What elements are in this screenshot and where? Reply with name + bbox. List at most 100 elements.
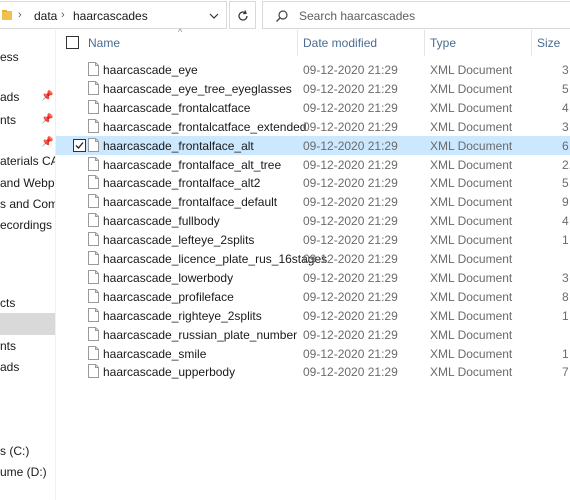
address-bar[interactable]: › data › haarcascades xyxy=(0,1,227,29)
column-header-type[interactable]: Type xyxy=(430,30,456,56)
file-size: 7 xyxy=(562,365,569,380)
toolbar: › data › haarcascades Search haarcascade… xyxy=(0,0,570,30)
file-row[interactable]: haarcascade_frontalface_alt_tree 09-12-20… xyxy=(56,155,570,174)
xml-file-icon xyxy=(88,307,99,322)
nav-item-drive-c[interactable]: s (C:) xyxy=(0,441,55,461)
file-type: XML Document xyxy=(430,289,513,304)
column-divider[interactable] xyxy=(531,30,532,56)
breadcrumb-haarcascades[interactable]: haarcascades xyxy=(73,9,148,23)
file-date-modified: 09-12-2020 21:29 xyxy=(303,327,398,342)
file-name: haarcascade_righteye_2splits xyxy=(103,308,262,323)
column-divider[interactable] xyxy=(424,30,425,56)
file-row[interactable]: haarcascade_frontalcatface_extended 09-12… xyxy=(56,117,570,136)
file-type: XML Document xyxy=(430,138,513,153)
file-date-modified: 09-12-2020 21:29 xyxy=(303,157,398,172)
file-type: XML Document xyxy=(430,119,513,134)
file-row[interactable]: haarcascade_lowerbody 09-12-2020 21:29 XML… xyxy=(56,268,570,287)
nav-item-11[interactable]: ads xyxy=(0,357,55,377)
file-row[interactable]: haarcascade_frontalface_alt 09-12-2020 21… xyxy=(56,135,570,155)
xml-file-icon xyxy=(88,345,99,360)
nav-item-10[interactable]: nts xyxy=(0,336,55,356)
column-divider[interactable] xyxy=(297,30,298,56)
file-name: haarcascade_eye xyxy=(103,63,198,77)
nav-item-6[interactable]: s and Comm xyxy=(0,194,55,214)
nav-item-label: nts xyxy=(0,339,17,353)
column-header-size[interactable]: Size xyxy=(537,30,560,56)
file-row[interactable]: haarcascade_lefteye_2splits 09-12-2020 21… xyxy=(56,230,570,249)
file-date-modified: 09-12-2020 21:29 xyxy=(303,365,398,380)
search-icon xyxy=(276,10,288,22)
file-row[interactable]: haarcascade_profileface 09-12-2020 21:29 X… xyxy=(56,287,570,306)
file-row[interactable]: haarcascade_fullbody 09-12-2020 21:29 XML … xyxy=(56,211,570,230)
search-box[interactable]: Search haarcascades xyxy=(262,1,570,29)
xml-file-icon xyxy=(88,364,99,379)
xml-file-icon xyxy=(88,232,99,247)
nav-item-label: s (C:) xyxy=(0,444,30,458)
file-name: haarcascade_lowerbody xyxy=(103,270,234,285)
file-name: haarcascade_frontalface_alt_tree xyxy=(103,157,282,172)
xml-file-icon xyxy=(88,137,99,152)
chevron-down-icon[interactable] xyxy=(207,9,221,23)
file-date-modified: 09-12-2020 21:29 xyxy=(303,176,398,191)
file-type: XML Document xyxy=(430,308,513,323)
file-name: haarcascade_frontalcatface xyxy=(103,100,251,115)
file-row[interactable]: haarcascade_frontalface_default 09-12-202… xyxy=(56,192,570,211)
file-type: XML Document xyxy=(430,327,513,342)
file-name: haarcascade_upperbody xyxy=(103,365,236,380)
nav-item-label: aterials CAT xyxy=(0,154,55,168)
refresh-button[interactable] xyxy=(229,1,256,29)
xml-file-icon xyxy=(88,62,99,76)
file-date-modified: 09-12-2020 21:29 xyxy=(303,195,398,210)
file-row[interactable]: haarcascade_eye_tree_eyeglasses 09-12-202… xyxy=(56,79,570,98)
nav-item-5[interactable]: and Webpro xyxy=(0,173,55,193)
column-header-date-modified[interactable]: Date modified xyxy=(303,30,377,56)
file-date-modified: 09-12-2020 21:29 xyxy=(303,119,398,134)
nav-item-0[interactable]: ess xyxy=(0,47,55,67)
select-all-checkbox[interactable] xyxy=(66,36,79,49)
xml-file-icon xyxy=(88,326,99,341)
nav-item-label: s and Comm xyxy=(0,197,55,211)
nav-item-label: ads xyxy=(0,90,20,104)
file-size: 1 xyxy=(562,346,569,361)
file-row[interactable]: haarcascade_licence_plate_rus_16stages 09… xyxy=(56,249,570,268)
nav-item-2[interactable]: nts 📌 xyxy=(0,110,55,130)
file-row[interactable]: haarcascade_eye 09-12-2020 21:29 XML Docum… xyxy=(56,60,570,79)
nav-item-8[interactable]: cts xyxy=(0,293,55,313)
file-size: 5 xyxy=(562,81,569,96)
refresh-icon xyxy=(238,10,248,21)
file-name: haarcascade_eye_tree_eyeglasses xyxy=(103,81,292,96)
nav-item-drive-d[interactable]: ume (D:) xyxy=(0,462,55,482)
file-row[interactable]: haarcascade_russian_plate_number 09-12-20… xyxy=(56,325,570,344)
breadcrumb-data[interactable]: data xyxy=(34,9,57,23)
nav-item-9[interactable] xyxy=(0,313,55,335)
file-name: haarcascade_smile xyxy=(103,346,207,361)
file-size: 4 xyxy=(562,214,569,229)
row-checkbox[interactable] xyxy=(73,138,86,152)
nav-item-4[interactable]: aterials CAT xyxy=(0,151,55,171)
file-row[interactable]: haarcascade_frontalcatface 09-12-2020 21:… xyxy=(56,98,570,117)
nav-item-7[interactable]: ecordings xyxy=(0,215,55,235)
file-type: XML Document xyxy=(430,81,513,96)
file-row[interactable]: haarcascade_upperbody 09-12-2020 21:29 XML… xyxy=(56,362,570,381)
nav-item-3[interactable]: 📌 xyxy=(0,133,55,153)
nav-item-label: ume (D:) xyxy=(0,465,47,479)
file-type: XML Document xyxy=(430,346,513,361)
file-date-modified: 09-12-2020 21:29 xyxy=(303,81,398,96)
nav-item-1[interactable]: ads 📌 xyxy=(0,87,55,107)
column-header-name[interactable]: Name xyxy=(88,30,120,56)
file-date-modified: 09-12-2020 21:29 xyxy=(303,63,398,77)
file-size: 5 xyxy=(562,176,569,191)
file-size: 9 xyxy=(562,195,569,210)
file-size: 3 xyxy=(562,119,569,134)
navigation-pane: ess ads📌 nts📌 📌 aterials CAT and Webpro … xyxy=(0,30,55,500)
file-row[interactable]: haarcascade_smile 09-12-2020 21:29 XML Doc… xyxy=(56,344,570,363)
file-date-modified: 09-12-2020 21:29 xyxy=(303,100,398,115)
file-name: haarcascade_russian_plate_number xyxy=(103,327,298,342)
search-input[interactable]: Search haarcascades xyxy=(299,9,415,23)
file-type: XML Document xyxy=(430,365,513,380)
file-date-modified: 09-12-2020 21:29 xyxy=(303,214,398,229)
xml-file-icon xyxy=(88,194,99,209)
file-row[interactable]: haarcascade_frontalface_alt2 09-12-2020 2… xyxy=(56,173,570,192)
pin-icon: 📌 xyxy=(41,114,54,125)
file-row[interactable]: haarcascade_righteye_2splits 09-12-2020 2… xyxy=(56,306,570,325)
